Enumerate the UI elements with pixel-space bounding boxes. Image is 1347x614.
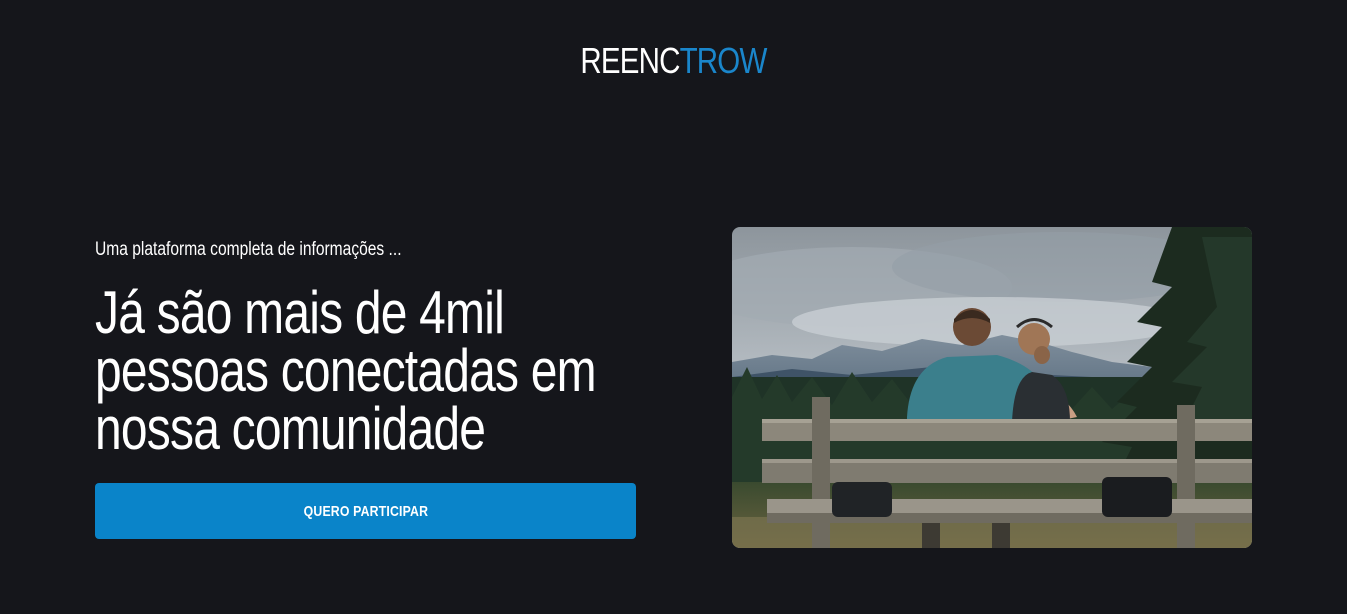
brand-logo-part-b: TROW (679, 40, 768, 81)
join-button-label: QUERO PARTICIPAR (303, 502, 428, 520)
brand-logo-part-a: REENC (580, 40, 680, 81)
hero-headline: Já são mais de 4mil pessoas conectadas e… (95, 279, 639, 462)
headline-line-1: Já são mais de 4mil (95, 279, 505, 346)
brand-logo[interactable]: REENCTROW (121, 40, 1226, 82)
hero-text: Uma plataforma completa de informações .… (95, 236, 655, 462)
headline-line-2: pessoas conectadas em (95, 337, 597, 404)
headline-line-3: nossa comunidade (95, 395, 486, 462)
hero-image (732, 227, 1252, 548)
join-button[interactable]: QUERO PARTICIPAR (95, 483, 636, 539)
hero-kicker: Uma plataforma completa de informações .… (95, 239, 402, 260)
landing-page: REENCTROW Uma plataforma completa de inf… (0, 0, 1347, 614)
